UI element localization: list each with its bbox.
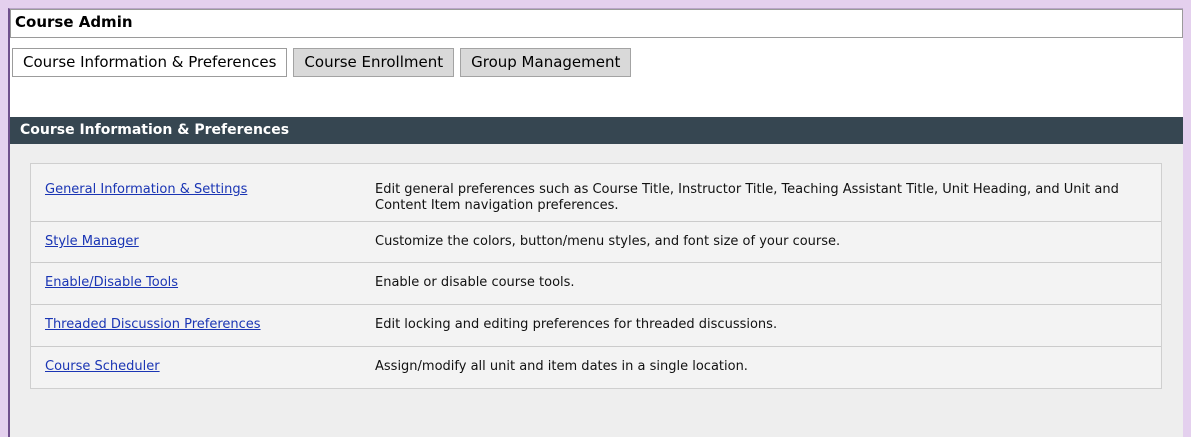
list-item: Course Scheduler Assign/modify all unit … — [31, 346, 1161, 388]
tab-course-information[interactable]: Course Information & Preferences — [12, 48, 288, 77]
list-item: Threaded Discussion Preferences Edit loc… — [31, 304, 1161, 346]
content-area: General Information & Settings Edit gene… — [10, 144, 1183, 437]
item-description: Customize the colors, button/menu styles… — [375, 234, 841, 249]
page-title: Course Admin — [10, 9, 1183, 38]
tab-course-enrollment[interactable]: Course Enrollment — [293, 48, 455, 77]
general-information-link[interactable]: General Information & Settings — [45, 182, 247, 197]
list-item: Style Manager Customize the colors, butt… — [31, 221, 1161, 262]
course-admin-frame: Course Admin Course Information & Prefer… — [8, 8, 1183, 437]
course-scheduler-link[interactable]: Course Scheduler — [45, 359, 160, 374]
section-header: Course Information & Preferences — [10, 117, 1183, 144]
list-item: General Information & Settings Edit gene… — [31, 164, 1161, 221]
item-description: Enable or disable course tools. — [375, 275, 575, 290]
list-item: Enable/Disable Tools Enable or disable c… — [31, 262, 1161, 304]
item-description: Assign/modify all unit and item dates in… — [375, 359, 748, 374]
preferences-panel: General Information & Settings Edit gene… — [30, 163, 1162, 389]
threaded-discussion-link[interactable]: Threaded Discussion Preferences — [45, 317, 261, 332]
tab-group-management[interactable]: Group Management — [460, 48, 632, 77]
item-description: Edit general preferences such as Course … — [375, 182, 1119, 213]
tab-bar: Course Information & Preferences Course … — [12, 48, 637, 77]
enable-disable-tools-link[interactable]: Enable/Disable Tools — [45, 275, 178, 290]
item-description: Edit locking and editing preferences for… — [375, 317, 778, 332]
style-manager-link[interactable]: Style Manager — [45, 234, 139, 249]
